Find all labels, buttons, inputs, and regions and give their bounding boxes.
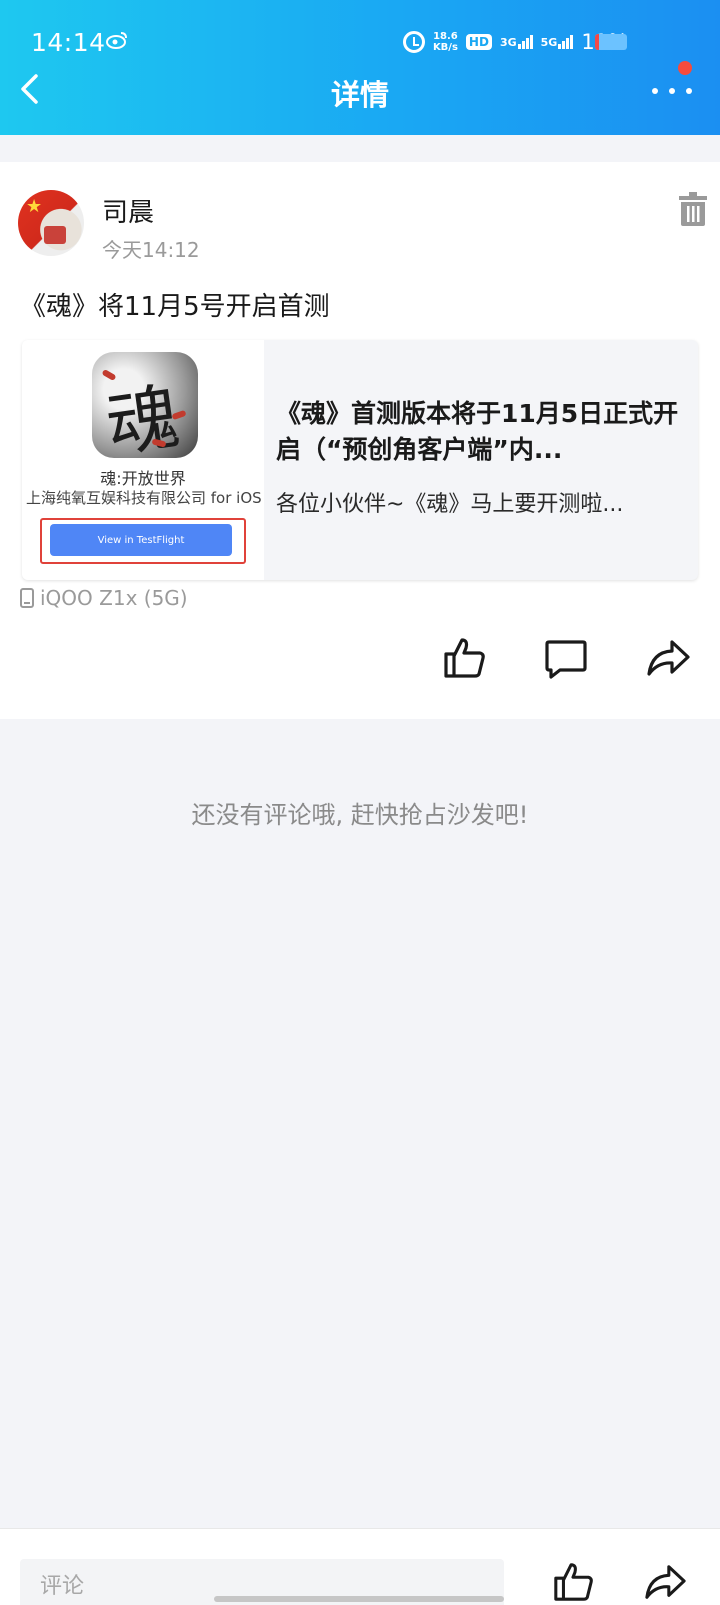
- app-icon: 魂: [92, 352, 198, 458]
- bottom-bar: 评论: [0, 1528, 720, 1605]
- page-title: 详情: [330, 78, 389, 112]
- thumb-developer: 上海纯氧互娱科技有限公司 for iOS: [26, 489, 262, 507]
- notification-dot: [678, 61, 692, 75]
- signal-3g-icon: 3G: [500, 35, 533, 49]
- comment-icon[interactable]: [544, 636, 588, 680]
- share-icon[interactable]: [644, 1561, 686, 1603]
- post-card: ★ 司晨 今天14:12 《魂》将11月5号开启首测 魂 魂:开放世界 上海纯氧…: [0, 162, 720, 719]
- status-time: 14:14: [31, 28, 106, 57]
- testflight-button: View in TestFlight: [50, 524, 232, 556]
- nav-bar: 详情: [0, 62, 720, 122]
- signal-5g-icon: 5G: [541, 35, 574, 49]
- speed-value: 18.6: [433, 31, 458, 42]
- phone-icon: [20, 588, 34, 608]
- battery-icon: [595, 34, 627, 50]
- avatar-badge: [44, 226, 66, 244]
- like-icon[interactable]: [442, 636, 486, 680]
- home-indicator[interactable]: [214, 1596, 504, 1602]
- more-icon[interactable]: [652, 86, 692, 96]
- alarm-icon: [402, 31, 425, 53]
- net1-label: 3G: [499, 36, 517, 49]
- post-text: 《魂》将11月5号开启首测: [20, 292, 330, 322]
- username[interactable]: 司晨: [102, 192, 154, 229]
- hd-badge: HD: [465, 34, 492, 50]
- weibo-icon: [106, 32, 127, 49]
- post-time: 今天14:12: [102, 238, 200, 262]
- trash-icon[interactable]: [679, 192, 707, 226]
- empty-comments-text: 还没有评论哦, 赶快抢占沙发吧!: [191, 801, 529, 829]
- link-title: 《魂》首测版本将于11月5日正式开启（“预创角客户端”内...: [276, 399, 679, 464]
- link-thumbnail: 魂 魂:开放世界 上海纯氧互娱科技有限公司 for iOS View in Te…: [22, 340, 264, 580]
- avatar[interactable]: ★: [18, 190, 84, 256]
- app-header: 14:14 18.6 KB/s HD 3G 5G 11%: [0, 0, 720, 135]
- network-speed: 18.6 KB/s: [433, 31, 458, 53]
- link-description: 各位小伙伴~《魂》马上要开测啦...: [276, 492, 624, 517]
- like-icon[interactable]: [552, 1561, 594, 1603]
- device-name: iQOO Z1x (5G): [40, 586, 188, 610]
- thumb-app-name: 魂:开放世界: [100, 469, 186, 488]
- share-icon[interactable]: [646, 636, 690, 680]
- net2-label: 5G: [540, 36, 558, 49]
- speed-unit: KB/s: [432, 42, 458, 53]
- star-icon: ★: [26, 196, 43, 217]
- device-info: iQOO Z1x (5G): [20, 586, 188, 610]
- link-preview-card[interactable]: 魂 魂:开放世界 上海纯氧互娱科技有限公司 for iOS View in Te…: [22, 340, 698, 580]
